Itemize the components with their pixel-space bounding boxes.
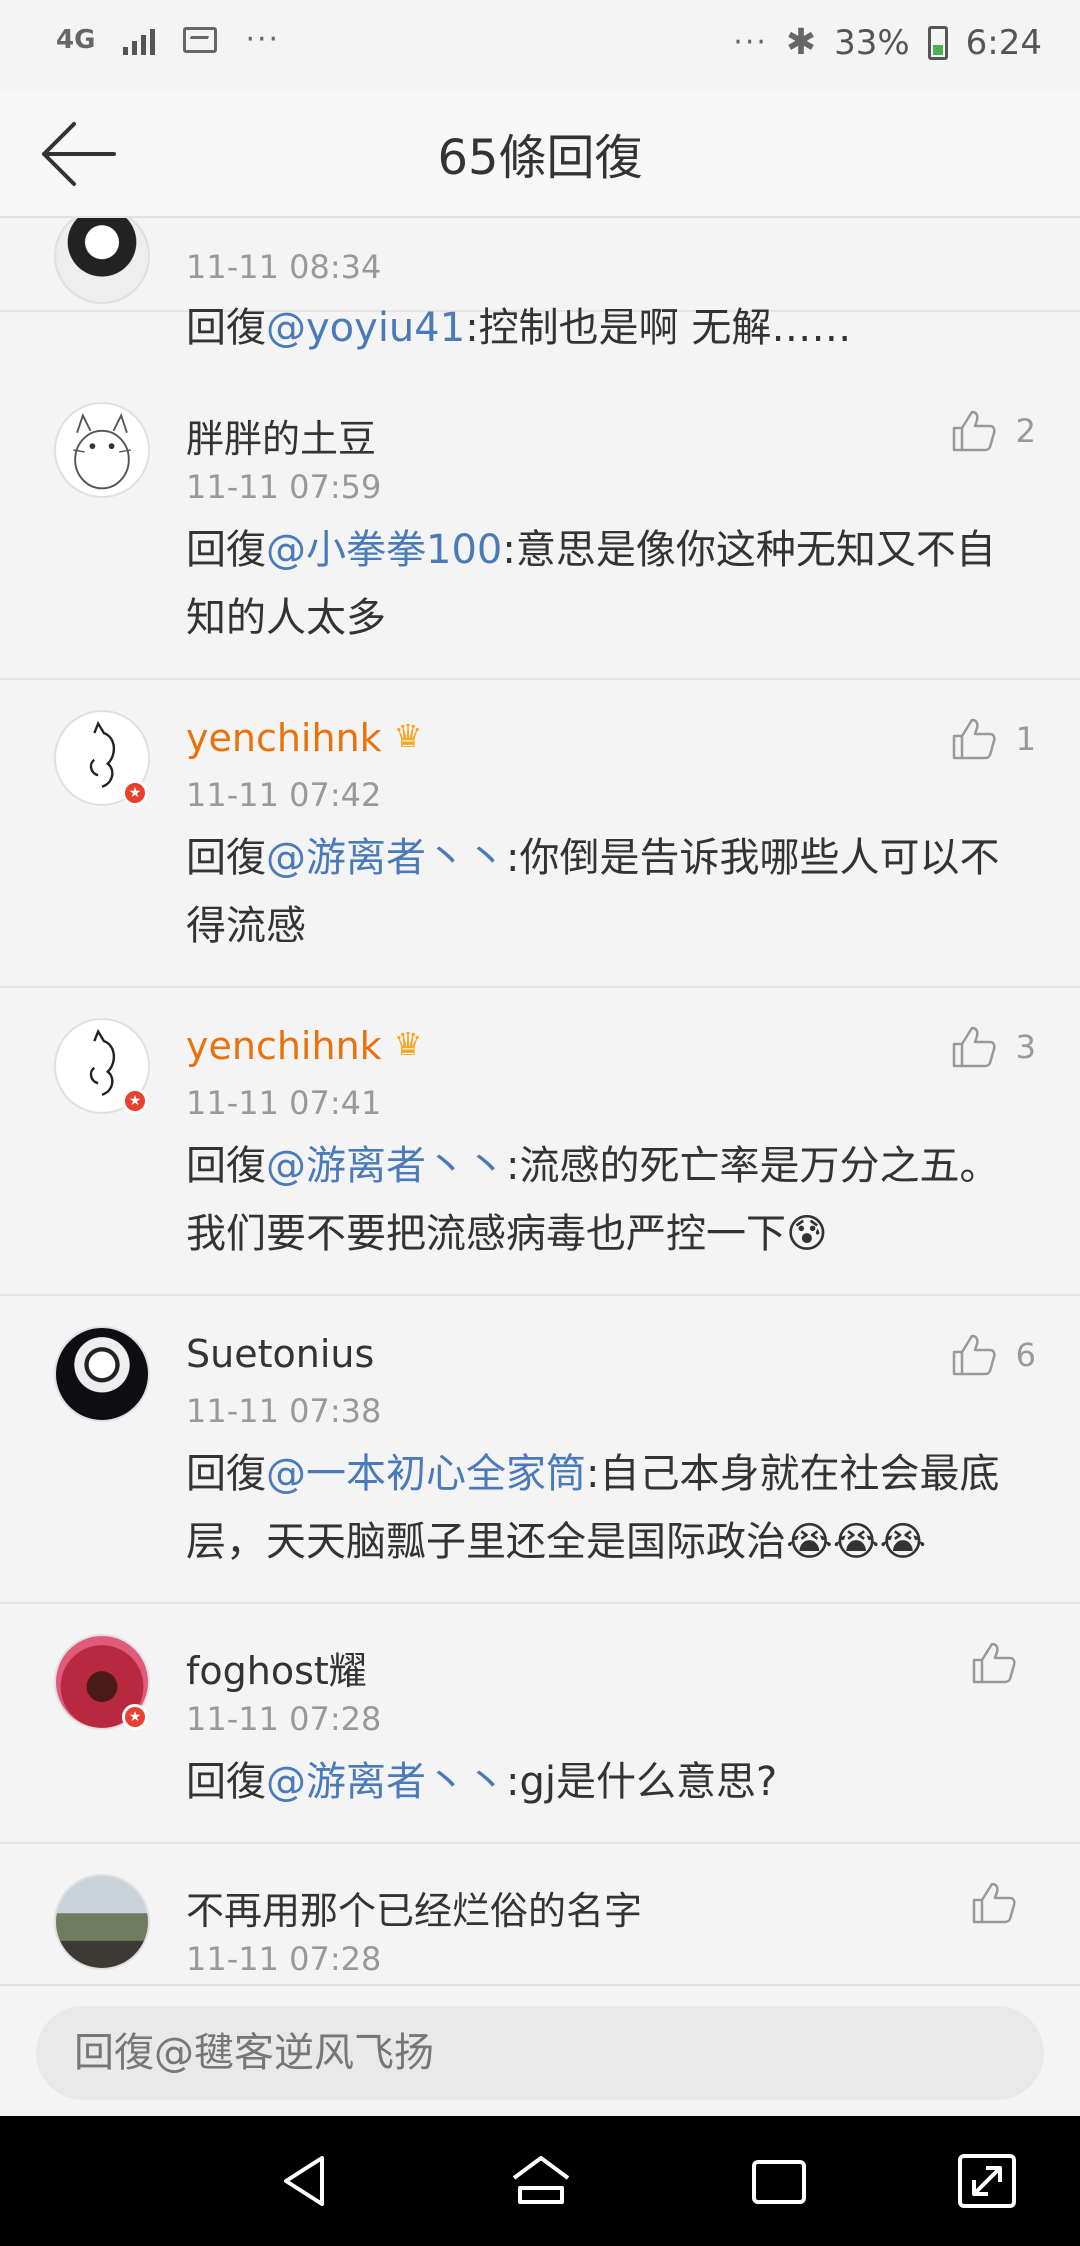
reply-prefix: 回復 [186,1759,266,1805]
totoro-avatar-icon [73,413,131,490]
comment-item: 11-11 08:34 回復@yoyiu41:控制也是啊 无解…… [0,218,1080,351]
status-more-icon: ··· [733,25,768,60]
reply-prefix: 回復 [186,1451,266,1497]
comment-item: ★ yenchihnk ♛ 3 11-11 07:41 回復@游离者丶丶:流感的死… [0,988,1080,1296]
like-button[interactable]: 3 [950,1024,1036,1070]
user-avatar[interactable] [54,1326,150,1422]
comment-content: 回復@游离者丶丶:流感的死亡率是万分之五。我们要不要把流感病毒也严控一下😰 [186,1132,1026,1268]
comment-time: 11-11 07:28 [186,1940,382,1978]
nav-home-button[interactable] [506,2148,576,2214]
verified-badge-icon: ★ [122,1704,148,1730]
verified-badge-icon: ★ [122,780,148,806]
recents-icon [752,2160,806,2204]
comment-item: ★ foghost耀 11-11 07:28 回復@游离者丶丶:gj是什么意思? [0,1604,1080,1844]
comment-time: 11-11 07:28 [186,1700,382,1738]
like-button[interactable] [970,1640,1036,1686]
thumbs-up-icon [972,1882,1016,1924]
nav-screenshot-button[interactable] [952,2148,1022,2214]
mention-link[interactable]: @小拳拳100 [266,527,502,573]
comment-item: 胖胖的土豆 2 11-11 07:59 回復@小拳拳100:意思是像你这种无知又… [0,372,1080,680]
bluetooth-icon: ✱ [785,22,817,63]
home-icon [512,2156,570,2204]
like-button[interactable]: 1 [950,716,1036,762]
comment-time: 11-11 08:34 [186,248,382,286]
reply-bar: 回復@毽客逆风飞扬 [0,1984,1080,2118]
comment-content: 回復@yoyiu41:控制也是啊 无解…… [186,294,1026,362]
mention-link[interactable]: @游离者丶丶 [266,835,506,881]
reply-prefix: 回復 [186,527,266,573]
thumbs-up-icon [952,1026,996,1068]
verified-badge-icon: ★ [122,1088,148,1114]
mention-link[interactable]: @一本初心全家筒 [266,1451,586,1497]
app-header: 65條回復 [0,90,1080,218]
triangle-back-icon [284,2156,324,2206]
battery-icon [927,25,948,60]
comment-content: 回復@游离者丶丶:你倒是告诉我哪些人可以不得流感 [186,824,1026,960]
status-bar: 4G ··· ··· ✱ 33% 6:24 [0,0,1080,90]
user-name[interactable]: Suetonius [186,1332,374,1376]
mention-link[interactable]: @游离者丶丶 [266,1759,506,1805]
comment-time: 11-11 07:38 [186,1392,382,1430]
thumbs-up-icon [972,1642,1016,1684]
reply-prefix: 回復 [186,835,266,881]
user-name-text: yenchihnk [186,716,382,760]
expand-icon [958,2154,1016,2208]
comment-time: 11-11 07:41 [186,1084,382,1122]
user-name[interactable]: yenchihnk ♛ [186,1024,422,1068]
comment-text: :控制也是啊 无解…… [465,305,852,351]
like-count: 1 [1015,720,1036,758]
user-name[interactable]: 不再用那个已经烂俗的名字 [186,1880,642,1935]
comment-text: :gj是什么意思? [506,1759,778,1805]
comment-content: 回復@小拳拳100:意思是像你这种无知又不自知的人太多 [186,516,1026,652]
reply-prefix: 回復 [186,1143,266,1189]
thumbs-up-icon [952,410,996,452]
like-button[interactable]: 2 [950,408,1036,454]
thumbs-up-icon [952,1334,996,1376]
user-avatar[interactable] [54,1874,150,1970]
comment-list[interactable]: 11-11 08:34 回復@yoyiu41:控制也是啊 无解…… 胖胖的土豆 … [0,218,1080,1983]
user-name[interactable]: yenchihnk ♛ [186,716,422,760]
nav-recents-button[interactable] [744,2148,814,2214]
network-type: 4G [56,24,96,55]
comment-item: 不再用那个已经烂俗的名字 11-11 07:28 [0,1844,1080,1983]
user-avatar[interactable] [54,218,150,304]
user-name[interactable]: foghost耀 [186,1640,367,1695]
comment-content: 回復@一本初心全家筒:自己本身就在社会最底层，天天脑瓢子里还全是国际政治😭😭😭 [186,1440,1026,1576]
comment-item: ★ yenchihnk ♛ 1 11-11 07:42 回復@游离者丶丶:你倒是告… [0,680,1080,988]
vip-crown-icon: ♛ [393,1025,423,1063]
like-button[interactable]: 6 [950,1332,1036,1378]
nav-back-button[interactable] [272,2148,342,2214]
clock: 6:24 [965,22,1042,63]
page-title: 65條回復 [437,130,643,186]
more-notifications-icon: ··· [245,22,281,57]
user-name-text: yenchihnk [186,1024,382,1068]
user-avatar[interactable] [54,402,150,498]
reply-input[interactable]: 回復@毽客逆风飞扬 [36,2006,1044,2100]
mention-link[interactable]: @游离者丶丶 [266,1143,506,1189]
comment-content: 回復@游离者丶丶:gj是什么意思? [186,1748,1026,1816]
like-count: 6 [1015,1336,1036,1374]
system-nav-bar [0,2116,1080,2246]
mention-link[interactable]: @yoyiu41 [266,305,465,351]
like-button[interactable] [970,1880,1036,1926]
reply-prefix: 回復 [186,305,266,351]
comment-time: 11-11 07:59 [186,468,382,506]
comment-time: 11-11 07:42 [186,776,382,814]
like-count: 2 [1015,412,1036,450]
vip-crown-icon: ♛ [393,717,423,755]
image-notification-icon [183,26,218,53]
user-name[interactable]: 胖胖的土豆 [186,408,376,463]
thumbs-up-icon [952,718,996,760]
like-count: 3 [1015,1028,1036,1066]
signal-icon [123,25,156,55]
battery-percent: 33% [834,22,910,63]
comment-item: Suetonius 6 11-11 07:38 回復@一本初心全家筒:自己本身就… [0,1296,1080,1604]
